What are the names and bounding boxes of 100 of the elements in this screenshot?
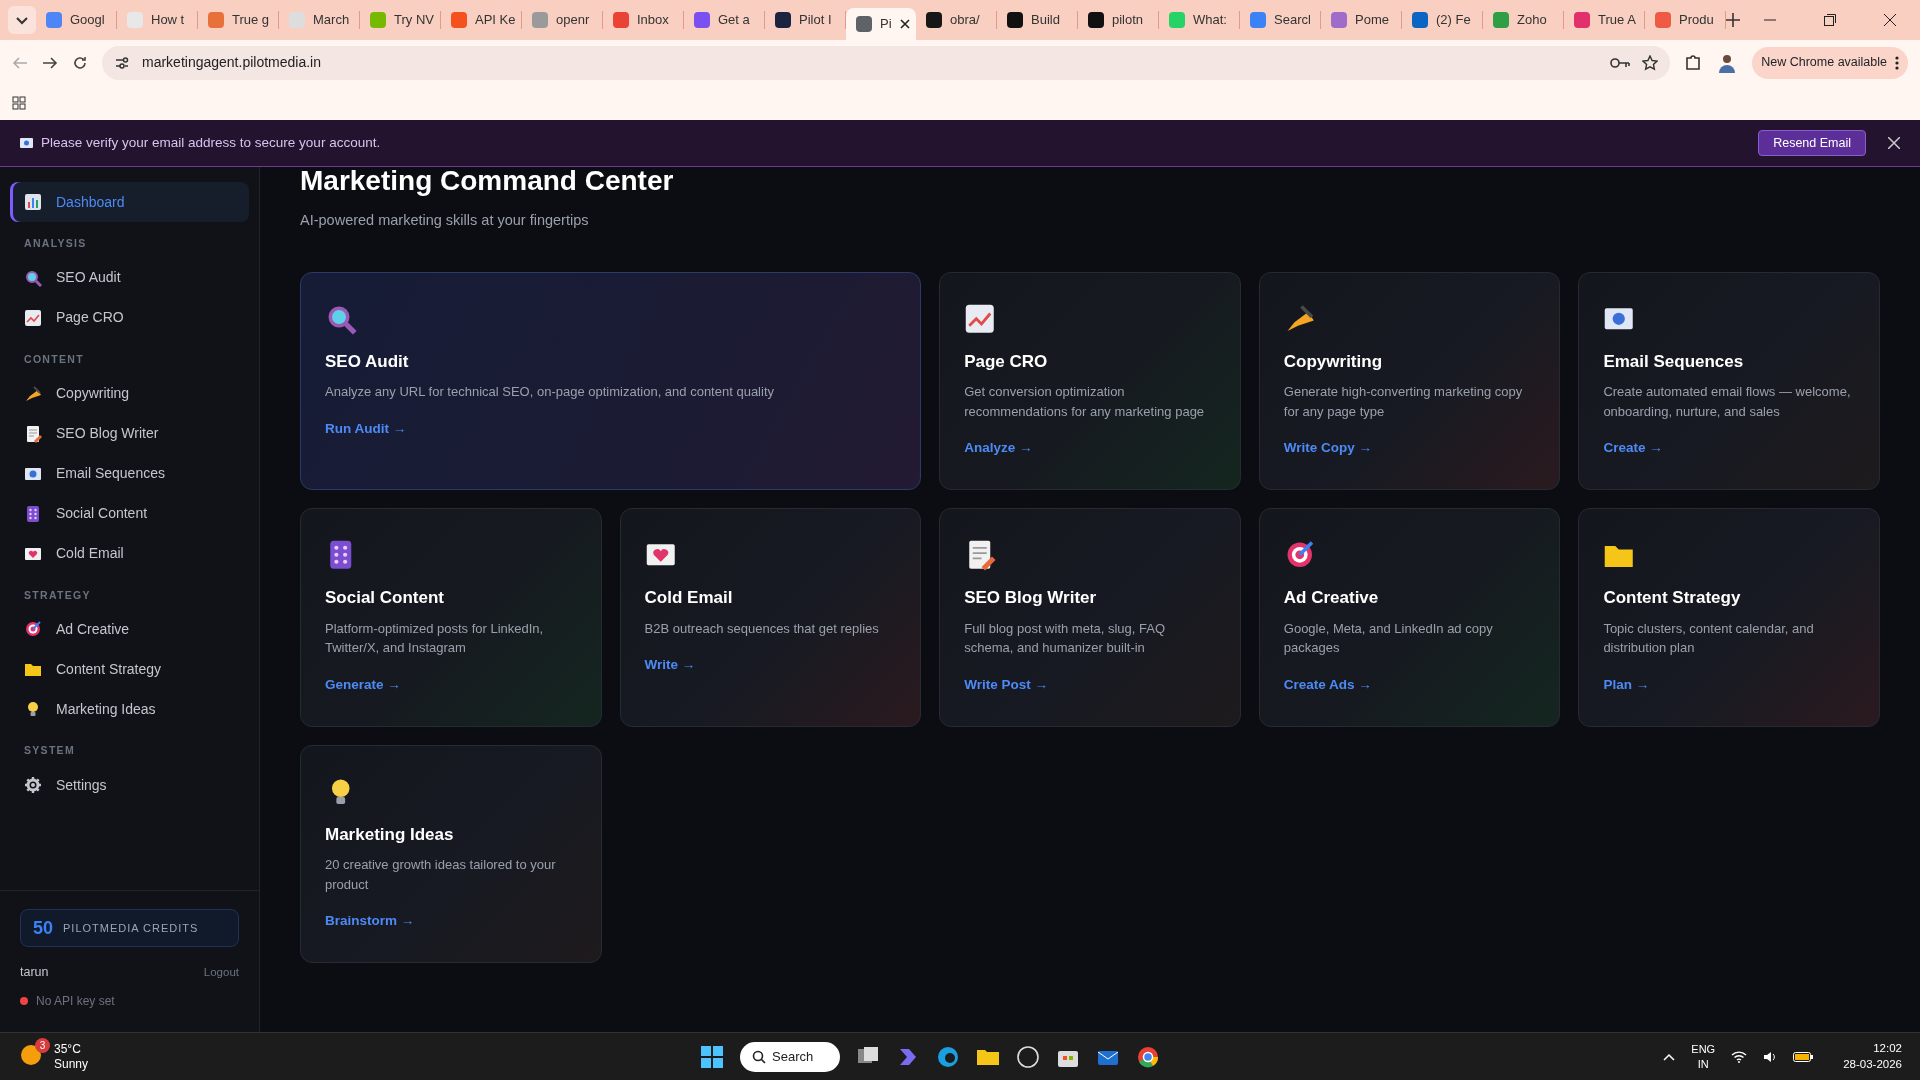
browser-tab[interactable]: True A xyxy=(1564,4,1644,36)
sidebar-item[interactable]: SEO Audit xyxy=(10,257,249,298)
sidebar-item[interactable]: Ad Creative xyxy=(10,609,249,650)
browser-tab[interactable]: API Ke xyxy=(441,4,521,36)
taskbar-search[interactable]: Search xyxy=(740,1041,840,1072)
card-description: B2B outreach sequences that get replies xyxy=(644,619,880,638)
clock-date[interactable]: 28-03-2026 xyxy=(1843,1056,1902,1072)
star-icon[interactable] xyxy=(1642,54,1659,71)
wifi-icon[interactable] xyxy=(1731,1050,1748,1063)
card-title: Email Sequences xyxy=(1603,350,1745,373)
card-description: Google, Meta, and LinkedIn ad copy packages xyxy=(1283,619,1494,658)
browser-tab[interactable]: Pi xyxy=(846,8,916,40)
sidebar-item[interactable]: Marketing Ideas xyxy=(10,689,249,730)
extensions-icon[interactable] xyxy=(1684,53,1703,72)
card-link[interactable]: Brainstorm → xyxy=(325,913,415,929)
card-link[interactable]: Run Audit → xyxy=(325,420,407,436)
browser-tab[interactable]: (2) Fe xyxy=(1402,4,1482,36)
browser-tab[interactable]: Searcl xyxy=(1240,4,1320,36)
close-icon[interactable] xyxy=(899,19,910,29)
card-title: SEO Blog Writer xyxy=(964,587,1098,610)
reload-icon[interactable] xyxy=(72,54,88,71)
url-text: marketingagent.pilotmedia.in xyxy=(142,53,321,72)
browser-tab[interactable]: Pome xyxy=(1321,4,1401,36)
resend-email-button[interactable]: Resend Email xyxy=(1758,130,1866,156)
more-icon[interactable] xyxy=(1895,55,1899,70)
circle-logo-icon[interactable] xyxy=(1016,1044,1040,1069)
card-link[interactable]: Write → xyxy=(644,657,696,673)
skill-card[interactable]: SEO Blog Writer Full blog post with meta, slug, FAQ schema, and humanizer built-in Write Post → xyxy=(939,508,1241,727)
skill-card[interactable]: Cold Email B2B outreach sequences that get replies Write → xyxy=(619,508,922,727)
bar-chart-icon xyxy=(24,193,42,211)
browser-tab[interactable]: Build xyxy=(997,4,1077,36)
clock-time[interactable]: 12:02 xyxy=(1873,1041,1902,1057)
skill-card[interactable]: Page CRO Get conversion optimization recommendations for any marketing page Analyze → xyxy=(939,271,1241,491)
sidebar-item[interactable]: Copywriting xyxy=(10,373,249,414)
user-name: tarun xyxy=(20,964,49,982)
speaker-icon[interactable] xyxy=(1763,1050,1778,1063)
browser-tab[interactable]: Try NV xyxy=(360,4,440,36)
sidebar-item[interactable]: Cold Email xyxy=(10,533,249,574)
browser-tab[interactable]: obra/ xyxy=(916,4,996,36)
browser-tab[interactable]: Zoho xyxy=(1483,4,1563,36)
card-link[interactable]: Plan → xyxy=(1603,676,1650,692)
new-tab-icon[interactable] xyxy=(1726,13,1740,27)
sidebar-item[interactable]: Settings xyxy=(10,765,249,805)
sidebar-item[interactable]: Dashboard xyxy=(10,182,249,222)
sidebar-item[interactable]: SEO Blog Writer xyxy=(10,413,249,454)
browser-tab[interactable]: True g xyxy=(198,4,278,36)
notification-badge: 3 xyxy=(35,1037,50,1053)
browser-icon[interactable] xyxy=(936,1044,960,1069)
start-icon[interactable] xyxy=(700,1044,724,1069)
browser-tab[interactable]: Produ xyxy=(1645,4,1725,36)
card-description: Topic clusters, content calendar, and distribution plan xyxy=(1603,619,1815,658)
card-description: 20 creative growth ideas tailored to your product xyxy=(325,856,557,894)
skill-card[interactable]: Email Sequences Create automated email flows — welcome, onboarding, nurture, and sales Create → xyxy=(1578,271,1880,491)
browser-tab[interactable]: Pilot I xyxy=(765,4,845,36)
browser-tab[interactable]: Get a xyxy=(684,4,764,36)
card-link[interactable]: Generate → xyxy=(325,676,401,692)
card-link[interactable]: Create → xyxy=(1603,440,1663,456)
sun-icon xyxy=(20,1043,42,1066)
apps-grid-icon[interactable] xyxy=(12,95,26,110)
skill-card[interactable]: Social Content Platform-optimized posts for LinkedIn, Twitter/X, and Instagram Generate → xyxy=(300,508,602,727)
skill-card[interactable]: SEO Audit Analyze any URL for technical SEO, on-page optimization, and content quality Run Audit → xyxy=(300,271,922,491)
card-link[interactable]: Write Post → xyxy=(964,676,1048,692)
section-heading: SYSTEM xyxy=(23,743,76,759)
site-settings-icon[interactable] xyxy=(114,54,130,71)
page-subtitle: AI-powered marketing skills at your fingertips xyxy=(300,211,590,230)
chrome-icon[interactable] xyxy=(1136,1044,1160,1069)
close-icon[interactable] xyxy=(1884,14,1896,26)
browser-tab[interactable]: What: xyxy=(1159,4,1239,36)
tab-search-icon[interactable] xyxy=(8,6,36,34)
card-title: Ad Creative xyxy=(1283,587,1380,610)
browser-tab[interactable]: Inbox xyxy=(603,4,683,36)
card-link[interactable]: Create Ads → xyxy=(1283,676,1372,692)
card-link[interactable]: Analyze → xyxy=(964,440,1033,456)
restore-icon[interactable] xyxy=(1824,14,1836,26)
browser-tab[interactable]: openr xyxy=(522,4,602,36)
logout-link[interactable]: Logout xyxy=(203,964,239,982)
skill-card[interactable]: Ad Creative Google, Meta, and LinkedIn ad copy packages Create Ads → xyxy=(1258,508,1561,727)
sidebar-item[interactable]: Email Sequences xyxy=(10,453,249,494)
browser-tab[interactable]: March xyxy=(279,4,359,36)
key-icon[interactable] xyxy=(1610,56,1631,69)
language-text[interactable]: ENG xyxy=(1691,1042,1716,1057)
browser-tab[interactable]: Googl xyxy=(36,4,116,36)
battery-icon[interactable] xyxy=(1793,1051,1814,1062)
address-bar[interactable]: marketingagent.pilotmedia.in xyxy=(102,45,1671,80)
page-title: Marketing Command Center xyxy=(300,164,675,198)
browser-tab[interactable]: pilotn xyxy=(1078,4,1158,36)
region-text[interactable]: IN xyxy=(1697,1056,1709,1071)
skill-card[interactable]: Copywriting Generate high-converting marketing copy for any page type Write Copy → xyxy=(1258,271,1561,491)
sidebar-item[interactable]: Social Content xyxy=(10,493,249,534)
update-button[interactable]: New Chrome available xyxy=(1752,46,1908,79)
skill-card[interactable]: Marketing Ideas 20 creative growth ideas tailored to your product Brainstorm → xyxy=(300,744,602,964)
skill-card[interactable]: Content Strategy Topic clusters, content calendar, and distribution plan Plan → xyxy=(1578,508,1880,727)
card-title: Copywriting xyxy=(1283,350,1383,373)
document-icon xyxy=(24,424,42,443)
sidebar-item[interactable]: Page CRO xyxy=(10,297,249,338)
card-link[interactable]: Write Copy → xyxy=(1283,440,1373,456)
chevron-up-icon[interactable] xyxy=(1663,1052,1676,1061)
sidebar-item[interactable]: Content Strategy xyxy=(10,649,249,690)
forward-icon[interactable] xyxy=(42,54,58,71)
browser-tab[interactable]: How t xyxy=(117,4,197,36)
